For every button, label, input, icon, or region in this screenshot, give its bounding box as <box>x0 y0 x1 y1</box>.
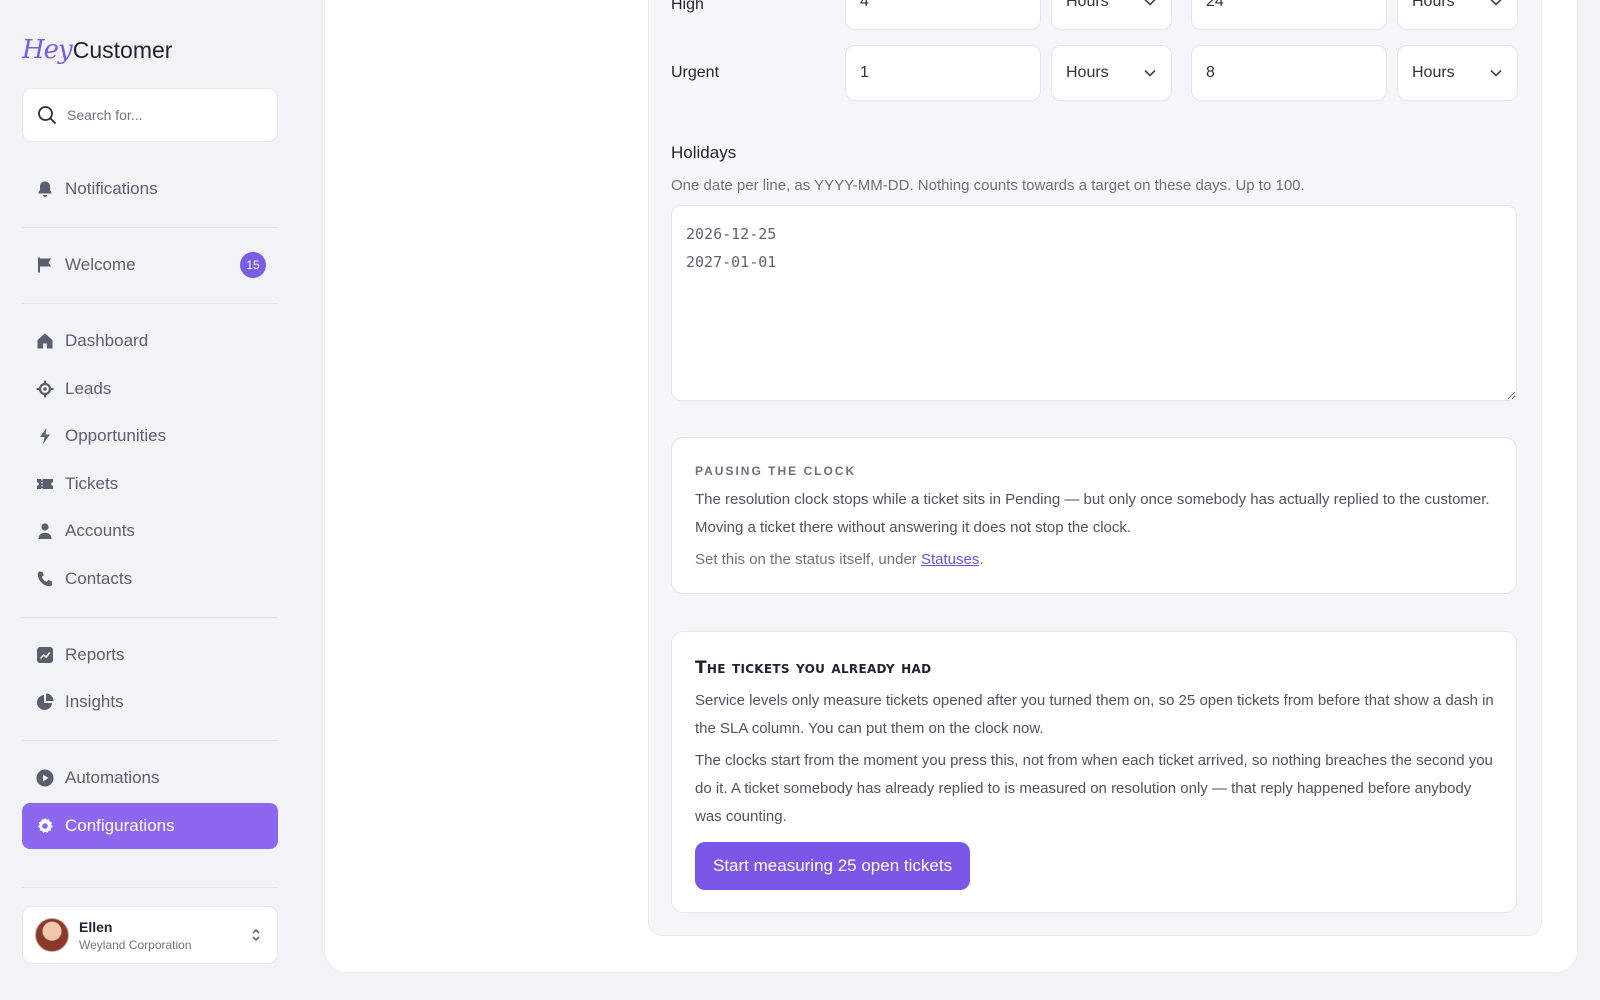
search-input[interactable] <box>67 107 257 123</box>
high-resolution-unit-select[interactable]: Hours <box>1397 0 1518 30</box>
set-note-prefix: Set this on the status itself, under <box>695 551 921 568</box>
priority-label-urgent: Urgent <box>671 64 720 81</box>
user-org: Weyland Corporation <box>79 937 192 952</box>
pausing-clock-card: PAUSING THE CLOCK The resolution clock s… <box>671 437 1517 594</box>
welcome-count-badge: 15 <box>240 252 266 278</box>
sidebar-label: Accounts <box>65 521 135 540</box>
sidebar-label: Configurations <box>65 816 175 835</box>
sidebar-label: Contacts <box>65 569 133 588</box>
lightning-icon <box>40 428 50 444</box>
sidebar-item-configurations[interactable]: Configurations <box>22 803 278 849</box>
urgent-first-response-unit-select[interactable]: Hours <box>1051 45 1172 101</box>
chevron-down-icon <box>1490 0 1502 6</box>
ticket-icon <box>37 479 53 489</box>
sidebar-item-opportunities[interactable]: Opportunities <box>22 413 278 459</box>
divider <box>22 887 278 888</box>
sidebar-label: Automations <box>65 768 160 787</box>
user-name: Ellen <box>79 918 113 935</box>
user-info: Ellen Weyland Corporation <box>79 919 249 952</box>
high-first-response-unit-select[interactable]: Hours <box>1051 0 1172 30</box>
pausing-eyebrow: PAUSING THE CLOCK <box>695 464 857 478</box>
sidebar-label: Tickets <box>65 474 119 493</box>
search-box[interactable] <box>22 88 278 142</box>
chevron-down-icon <box>1144 69 1156 77</box>
chart-icon <box>37 647 53 663</box>
chevron-down-icon <box>1144 0 1156 6</box>
divider <box>22 303 278 304</box>
pausing-set-note: Set this on the status itself, under Sta… <box>695 546 1495 574</box>
divider <box>22 740 278 741</box>
crosshair-icon <box>36 380 54 398</box>
sidebar-label: Leads <box>65 379 112 398</box>
sidebar-label: Reports <box>65 645 125 664</box>
sidebar-item-leads[interactable]: Leads <box>22 366 278 412</box>
gear-icon <box>38 817 53 833</box>
holidays-helper-text: One date per line, as YYYY-MM-DD. Nothin… <box>671 177 1305 194</box>
sidebar-item-notifications[interactable]: Notifications <box>22 166 278 212</box>
field-value: 8 <box>1206 64 1215 81</box>
divider <box>22 227 278 228</box>
chevron-up-down-icon <box>252 928 260 942</box>
play-circle-icon <box>36 769 54 787</box>
existing-tickets-title: The tickets you already had <box>695 658 932 678</box>
select-value: Hours <box>1066 64 1109 81</box>
phone-icon <box>37 571 53 587</box>
field-value: 1 <box>860 64 869 81</box>
urgent-resolution-unit-select[interactable]: Hours <box>1397 45 1518 101</box>
user-switcher[interactable]: Ellen Weyland Corporation <box>22 906 278 964</box>
pie-chart-icon <box>37 693 54 710</box>
sidebar-item-contacts[interactable]: Contacts <box>22 556 278 602</box>
sidebar-label: Insights <box>65 692 124 711</box>
sidebar-item-reports[interactable]: Reports <box>22 632 278 678</box>
select-value: Hours <box>1066 0 1109 10</box>
avatar <box>35 918 69 952</box>
select-value: Hours <box>1412 0 1455 10</box>
app-logo[interactable]: Hey Customer <box>22 32 172 68</box>
urgent-resolution-input[interactable]: 8 <box>1191 45 1387 101</box>
home-icon <box>37 333 53 349</box>
holidays-title: Holidays <box>671 143 737 162</box>
field-value: 24 <box>1206 0 1224 10</box>
sidebar-label: Opportunities <box>65 426 167 445</box>
field-value: 4 <box>860 0 869 10</box>
sidebar-item-insights[interactable]: Insights <box>22 679 278 725</box>
bell-icon <box>38 181 52 197</box>
holidays-textarea[interactable]: 2026-12-25 2027-01-01 <box>671 205 1517 401</box>
existing-tickets-paragraph-1: Service levels only measure tickets open… <box>695 692 1494 737</box>
set-note-suffix: . <box>979 551 984 568</box>
logo-prefix: Hey <box>22 35 73 65</box>
high-first-response-input[interactable]: 4 <box>845 0 1041 30</box>
existing-tickets-paragraph-2: The clocks start from the moment you pre… <box>695 752 1493 825</box>
urgent-first-response-input[interactable]: 1 <box>845 45 1041 101</box>
pausing-description: The resolution clock stops while a ticke… <box>695 491 1490 536</box>
select-value: Hours <box>1412 64 1455 81</box>
flag-icon <box>38 257 51 273</box>
sidebar-item-accounts[interactable]: Accounts <box>22 508 278 554</box>
sidebar-item-tickets[interactable]: Tickets <box>22 461 278 507</box>
divider <box>22 617 278 618</box>
chevron-down-icon <box>1490 69 1502 77</box>
user-icon <box>38 523 52 539</box>
start-measuring-button[interactable]: Start measuring 25 open tickets <box>695 842 971 890</box>
sidebar-item-automations[interactable]: Automations <box>22 755 278 801</box>
priority-label-high: High <box>671 0 704 13</box>
sidebar: HeyCustomer Notifications Welcome 15 Das… <box>0 0 300 1000</box>
sidebar-item-dashboard[interactable]: Dashboard <box>22 318 278 364</box>
sidebar-label: Notifications <box>65 179 158 198</box>
sidebar-label: Dashboard <box>65 331 149 350</box>
high-resolution-input[interactable]: 24 <box>1191 0 1387 30</box>
sidebar-label: Welcome <box>65 255 136 274</box>
search-icon <box>38 106 56 124</box>
logo-suffix: Customer <box>72 36 173 63</box>
statuses-link[interactable]: Statuses <box>921 551 979 568</box>
sidebar-item-welcome[interactable]: Welcome 15 <box>22 242 278 288</box>
existing-tickets-card: The tickets you already had Service leve… <box>671 631 1517 913</box>
